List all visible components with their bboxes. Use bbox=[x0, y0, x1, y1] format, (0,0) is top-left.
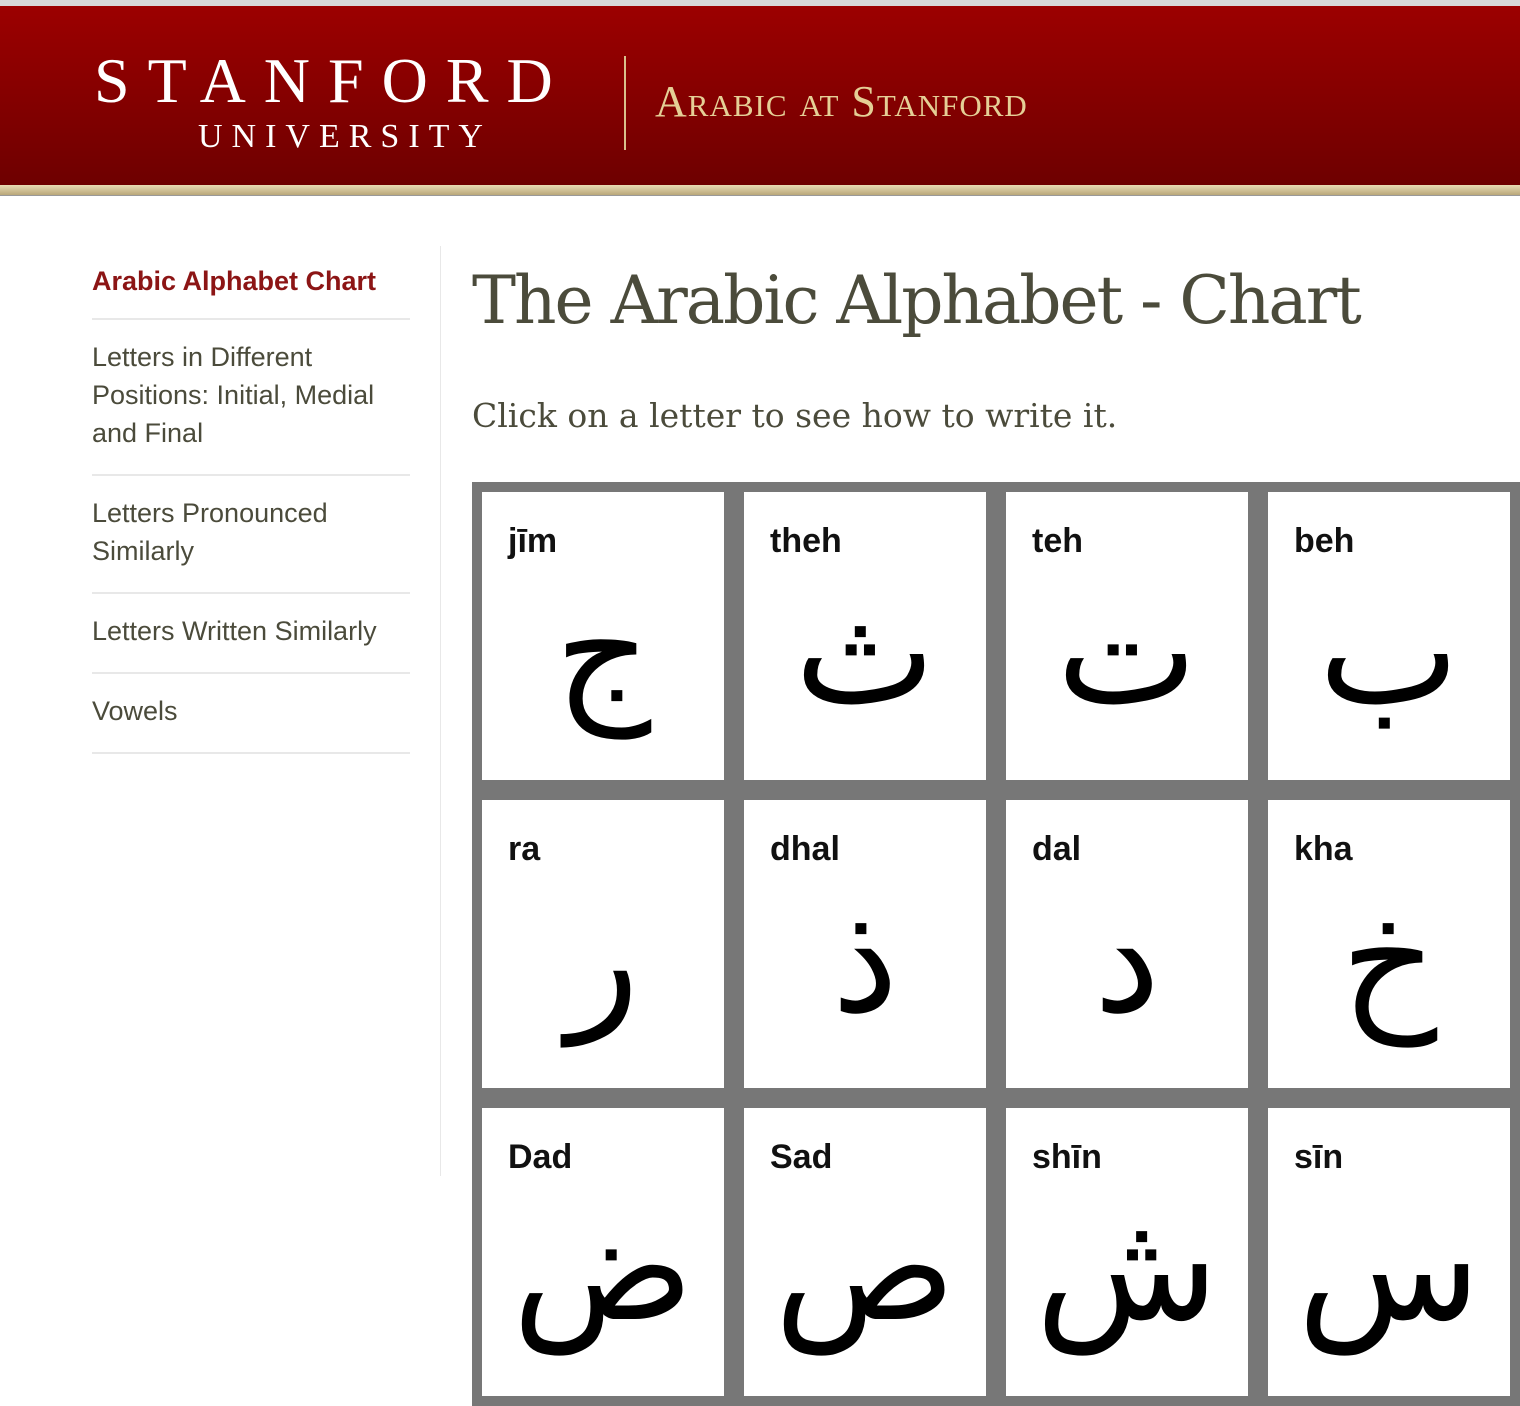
sidebar-nav: Arabic Alphabet Chart Letters in Differe… bbox=[92, 250, 410, 754]
letter-card-10[interactable]: shīn ش bbox=[1006, 1108, 1248, 1396]
sidebar-item-letter-positions[interactable]: Letters in Different Positions: Initial,… bbox=[92, 320, 410, 476]
letter-glyph-image: ض bbox=[512, 1181, 694, 1355]
letter-glyph-image: ث bbox=[794, 565, 936, 739]
site-title[interactable]: Arabic at Stanford bbox=[655, 76, 1028, 127]
letter-card-11[interactable]: sīn س bbox=[1268, 1108, 1510, 1396]
header-divider bbox=[624, 56, 626, 150]
stanford-logo-subtitle[interactable]: UNIVERSITY bbox=[198, 118, 492, 156]
stanford-logo-wordmark[interactable]: STANFORD bbox=[94, 44, 571, 118]
header-band bbox=[0, 185, 1520, 196]
sidebar-item-pronounced-similarly[interactable]: Letters Pronounced Similarly bbox=[92, 476, 410, 594]
letter-glyph-image: خ bbox=[1340, 873, 1438, 1047]
letter-glyph-image: ص bbox=[774, 1181, 956, 1355]
page-title: The Arabic Alphabet - Chart bbox=[472, 262, 1362, 339]
letter-card-4[interactable]: ra ر bbox=[482, 800, 724, 1088]
intro-text: Click on a letter to see how to write it… bbox=[472, 396, 1118, 435]
sidebar-item-vowels[interactable]: Vowels bbox=[92, 674, 410, 754]
letter-glyph-image: ش bbox=[1035, 1181, 1219, 1355]
letter-glyph-image: ت bbox=[1056, 565, 1198, 739]
letter-card-3[interactable]: beh ب bbox=[1268, 492, 1510, 780]
letter-card-1[interactable]: theh ث bbox=[744, 492, 986, 780]
letter-card-8[interactable]: Dad ض bbox=[482, 1108, 724, 1396]
letter-glyph-image: ب bbox=[1318, 565, 1460, 739]
letter-card-5[interactable]: dhal ذ bbox=[744, 800, 986, 1088]
letter-card-0[interactable]: jīm ج bbox=[482, 492, 724, 780]
sidebar-item-written-similarly[interactable]: Letters Written Similarly bbox=[92, 594, 410, 674]
column-divider bbox=[440, 246, 441, 1176]
alphabet-grid: jīm ج theh ث teh ت beh ب ra ر dhal ذ dal د kha خ Dad ض Sad… bbox=[472, 482, 1520, 1406]
letter-card-6[interactable]: dal د bbox=[1006, 800, 1248, 1088]
site-header: STANFORD UNIVERSITY Arabic at Stanford bbox=[0, 6, 1520, 185]
letter-glyph-image: ذ bbox=[831, 873, 899, 1047]
letter-card-7[interactable]: kha خ bbox=[1268, 800, 1510, 1088]
letter-card-9[interactable]: Sad ص bbox=[744, 1108, 986, 1396]
letter-glyph-image: د bbox=[1093, 873, 1161, 1047]
letter-glyph-image: ج bbox=[554, 565, 652, 739]
letter-glyph-image: ر bbox=[566, 873, 640, 1047]
sidebar-item-alphabet-chart[interactable]: Arabic Alphabet Chart bbox=[92, 250, 410, 320]
letter-card-2[interactable]: teh ت bbox=[1006, 492, 1248, 780]
letter-glyph-image: س bbox=[1297, 1181, 1481, 1355]
